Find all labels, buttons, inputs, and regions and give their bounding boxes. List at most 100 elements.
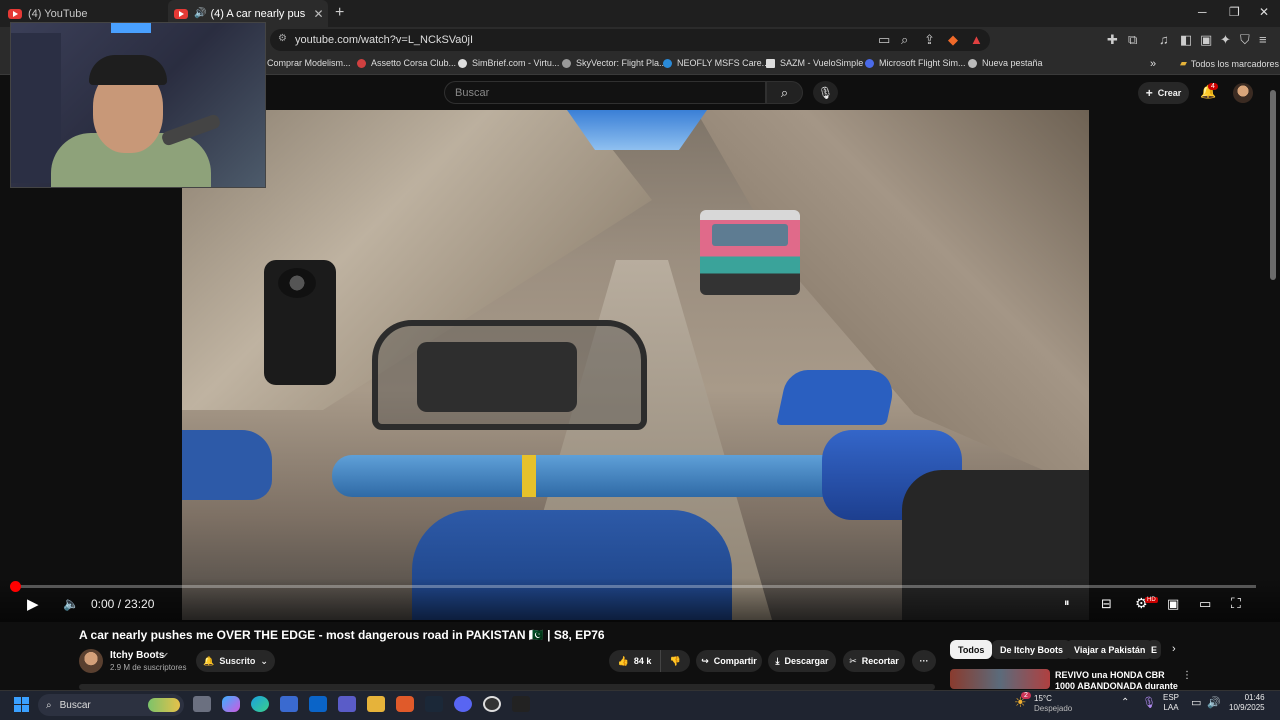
close-window-button[interactable]: ✕ (1259, 5, 1269, 19)
like-button[interactable]: 👍 84 k (609, 650, 660, 672)
task-view-icon[interactable] (193, 696, 211, 712)
brave-shields-icon[interactable]: ◆ (948, 32, 958, 48)
vpn-icon[interactable]: ⛉ (1240, 32, 1250, 48)
more-vertical-icon[interactable]: ⋮ (1182, 670, 1192, 681)
teams-icon[interactable] (338, 696, 356, 712)
autoplay-toggle-icon[interactable]: ⏸ (1064, 597, 1070, 610)
subscribe-button[interactable]: 🔔 Suscrito ⌄ (196, 650, 275, 672)
bookmark-item[interactable]: SAZM - VueloSimple (766, 58, 863, 68)
fullscreen-icon[interactable]: ⛶ (1231, 595, 1241, 612)
progress-bar[interactable] (15, 585, 1256, 588)
dislike-button[interactable]: 👎 (660, 650, 690, 672)
chevron-right-icon[interactable]: › (1172, 643, 1176, 655)
channel-name[interactable]: Itchy Boots (110, 650, 164, 661)
chip-from-channel[interactable]: De Itchy Boots (992, 640, 1072, 659)
app-icon-2[interactable] (512, 696, 530, 712)
tray-app-icon[interactable]: 🎙 (1142, 696, 1156, 709)
create-button[interactable]: + Crear (1138, 82, 1189, 104)
search-button[interactable]: ⌕ (766, 81, 803, 104)
close-tab-icon[interactable]: ✕ (313, 7, 323, 21)
search-highlight-icon (148, 698, 180, 712)
site-settings-icon[interactable]: ⚙ (278, 33, 287, 44)
page-scrollbar[interactable] (1270, 90, 1276, 280)
share-page-icon[interactable]: ⇪ (924, 32, 935, 48)
bookmark-item[interactable]: SkyVector: Flight Pla... (562, 58, 667, 68)
thumbs-up-icon: 👍 (617, 655, 629, 666)
microphone-icon: 🎙 (817, 85, 834, 100)
weather-badge: 2 (1021, 692, 1031, 699)
brave-rewards-icon[interactable]: ▲ (970, 32, 983, 47)
zoom-icon[interactable]: ⌕ (901, 32, 908, 48)
voice-search-button[interactable]: 🎙 (813, 81, 838, 104)
search-input[interactable]: Buscar (444, 81, 766, 104)
subtitles-icon[interactable]: ⊟ (1101, 596, 1112, 612)
chip-partial[interactable]: E (1147, 640, 1161, 659)
download-button[interactable]: ⤓ Descargar (768, 650, 836, 672)
search-icon: ⌕ (46, 699, 52, 711)
file-explorer-icon[interactable] (367, 696, 385, 712)
video-frame-camera (264, 260, 336, 385)
volume-icon[interactable]: 🔈 (63, 596, 79, 612)
menu-icon[interactable]: ≡ (1259, 32, 1267, 47)
leo-ai-icon[interactable]: ✦ (1220, 32, 1231, 48)
bookmark-item[interactable]: Comprar Modelism... (267, 58, 351, 68)
restore-button[interactable]: ❐ (1229, 5, 1240, 19)
store-icon[interactable] (280, 696, 298, 712)
recommendation-thumbnail[interactable] (950, 669, 1050, 689)
bell-icon: 🔔 (203, 655, 215, 666)
new-tab-button[interactable]: + (335, 4, 344, 22)
account-avatar[interactable] (1233, 83, 1253, 103)
bookmark-item[interactable]: Assetto Corsa Club... (357, 58, 456, 68)
volume-tray-icon[interactable]: 🔊 (1207, 696, 1221, 709)
app-icon[interactable] (483, 696, 501, 712)
steam-icon[interactable] (425, 696, 443, 712)
video-player[interactable] (182, 110, 1089, 620)
cast-icon[interactable]: ▭ (878, 32, 890, 48)
network-icon[interactable]: ▭ (1191, 696, 1201, 709)
wallet-icon[interactable]: ▣ (1200, 32, 1212, 48)
clip-button[interactable]: ✂ Recortar (843, 650, 905, 672)
tray-overflow-icon[interactable]: ⌃ (1121, 697, 1129, 708)
bookmarks-overflow-button[interactable]: » (1150, 58, 1156, 70)
video-frame-handlebar (332, 455, 852, 497)
scissors-icon: ✂ (849, 655, 857, 666)
screenshot-icon[interactable]: ⧉ (1128, 32, 1137, 48)
language-indicator[interactable]: ESP LAA (1163, 693, 1179, 713)
chip-travel-pakistan[interactable]: Viajar a Pakistán (1066, 640, 1154, 659)
bookmark-icon (458, 58, 467, 68)
scrubber-handle[interactable] (10, 581, 21, 592)
hd-badge: HD (1145, 597, 1158, 603)
chip-all[interactable]: Todos (950, 640, 993, 659)
bookmark-item[interactable]: Microsoft Flight Sim... (865, 58, 966, 68)
edge-icon[interactable] (251, 696, 269, 712)
theater-mode-icon[interactable]: ▭ (1199, 596, 1211, 612)
minimize-button[interactable]: ─ (1198, 5, 1207, 19)
extensions-icon[interactable]: ✚ (1107, 32, 1118, 48)
webcam-overlay (10, 22, 266, 188)
sidebar-icon[interactable]: ◧ (1180, 32, 1192, 48)
more-actions-button[interactable]: ··· (912, 650, 936, 672)
taskbar-search[interactable]: ⌕ Buscar (38, 694, 184, 716)
discord-icon[interactable] (454, 696, 472, 712)
play-icon[interactable]: ▶ (27, 595, 39, 613)
outlook-icon[interactable] (309, 696, 327, 712)
recommendation-title[interactable]: REVIVO una HONDA CBR 1000 ABANDONADA dur… (1055, 670, 1180, 690)
url-text: youtube.com/watch?v=L_NCkSVa0jI (295, 34, 474, 46)
copilot-icon[interactable] (222, 696, 240, 712)
miniplayer-icon[interactable]: ▣ (1167, 596, 1179, 612)
windows-start-icon[interactable] (14, 697, 29, 712)
tab-label: (4) A car nearly pushes me OV... (210, 7, 306, 20)
share-button[interactable]: ↪ Compartir (696, 650, 762, 672)
bookmark-item[interactable]: SimBrief.com - Virtu... (458, 58, 559, 68)
weather-widget[interactable]: 15°C Despejado (1034, 694, 1072, 714)
bookmark-item[interactable]: NEOFLY MSFS Care... (663, 58, 769, 68)
clock[interactable]: 01:46 10/9/2025 (1229, 693, 1265, 713)
all-bookmarks-folder[interactable]: ▰ Todos los marcadores (1180, 58, 1279, 69)
bookmark-icon (357, 58, 366, 68)
bookmark-icon (663, 58, 672, 68)
media-icon[interactable]: ♫ (1159, 32, 1169, 47)
channel-avatar[interactable] (79, 649, 103, 673)
bookmark-item[interactable]: Nueva pestaña (968, 58, 1043, 68)
subscriber-count: 2.9 M de suscriptores (110, 663, 187, 672)
brave-taskbar-icon[interactable] (396, 696, 414, 712)
